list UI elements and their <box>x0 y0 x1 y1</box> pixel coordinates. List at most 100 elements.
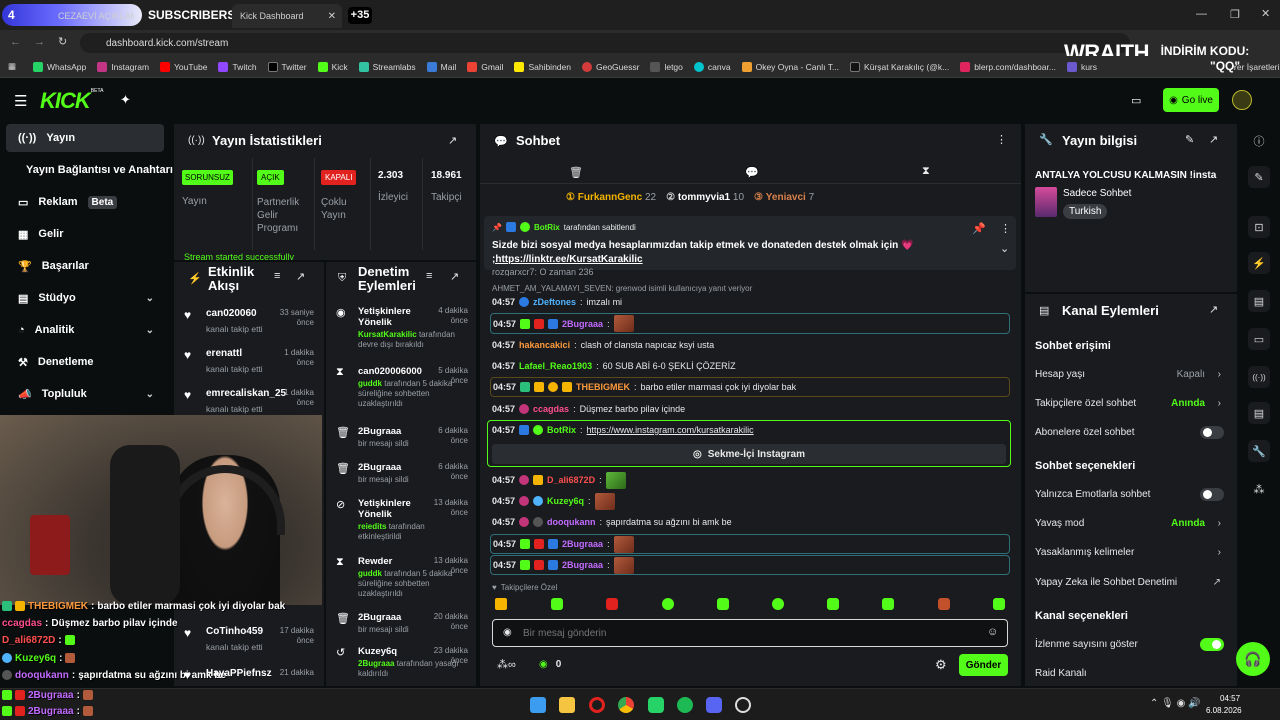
edit-icon[interactable]: ✎ <box>1185 133 1194 146</box>
activity-item[interactable]: ♥ can020060 33 saniye önce kanalı takip ett… <box>182 308 318 344</box>
close-tab-icon[interactable]: ✕ <box>328 11 336 22</box>
bookmark-whatsapp[interactable]: WhatsApp <box>33 61 86 72</box>
chat-icon[interactable]: ▭ <box>1248 328 1270 350</box>
chat-input-box[interactable]: ◉ ☺ <box>492 619 1008 647</box>
forward-icon[interactable]: → <box>34 36 45 48</box>
bookmark-letgo[interactable]: letgo <box>650 61 683 72</box>
bookmark-canva[interactable]: canva <box>693 61 731 72</box>
taskbar-date[interactable]: 6.08.2026 <box>1206 706 1242 715</box>
emote[interactable] <box>551 598 563 610</box>
broadcast-icon[interactable]: ((·)) <box>1248 366 1270 388</box>
edit-icon[interactable]: ✎ <box>1248 166 1270 188</box>
pin-icon[interactable]: ✦ <box>120 92 131 108</box>
emote[interactable] <box>662 598 674 610</box>
show-viewcount-toggle[interactable] <box>1200 638 1224 651</box>
subscribers-only-setting[interactable]: Abonelere özel sohbet <box>1035 423 1225 441</box>
bookmark-tiktok[interactable]: Kürşat Karakılıç (@k... <box>850 61 949 72</box>
sidebar-item-studyo[interactable]: ▤ Stüdyo ⌄ <box>6 284 164 312</box>
banned-words-setting[interactable]: Yasaklanmış kelimeler › <box>1035 543 1225 561</box>
chat-message[interactable]: 04:57 2Bugraaa: <box>490 555 1010 575</box>
emote[interactable] <box>993 598 1005 610</box>
settings-gear-icon[interactable]: ⚙ <box>935 657 947 673</box>
chevron-down-icon[interactable]: ⌄ <box>1000 242 1009 255</box>
obs-icon[interactable] <box>735 697 751 713</box>
chat-message[interactable]: 04:57 hakancakici: clash of clansta napı… <box>490 335 1010 355</box>
pinned-menu-icon[interactable]: ⋮ <box>1000 222 1011 235</box>
bookmark-youtube[interactable]: YouTube <box>160 61 207 72</box>
raid-channel-setting[interactable]: Raid Kanalı <box>1035 664 1225 682</box>
emote[interactable] <box>772 598 784 610</box>
wrench-icon[interactable]: 🔧 <box>1248 440 1270 462</box>
popout-icon[interactable]: ↗ <box>1209 303 1218 316</box>
bookmark-mail[interactable]: Mail <box>426 61 456 72</box>
chat-message[interactable]: 04:57 dooqukann: şapırdatma su ağzını bi… <box>490 512 1010 532</box>
document-icon[interactable]: ▤ <box>1248 290 1270 312</box>
chat-message[interactable]: 04:57 2Bugraaa: <box>490 534 1010 554</box>
actions-icon[interactable]: ▤ <box>1248 402 1270 424</box>
pinned-link[interactable]: ;https://linktr.ee/KursatKarakilic <box>492 254 643 265</box>
unpin-icon[interactable]: 📌 <box>972 222 986 235</box>
popout-icon[interactable]: ↗ <box>1209 133 1218 146</box>
chat-bubble-icon[interactable]: 💬 <box>745 166 759 179</box>
chat-message[interactable]: 04:57 D_ali6872D: <box>490 470 1010 490</box>
activity-item[interactable]: ♥ emrecaliskan_25 1 dakika önce kanalı taki… <box>182 388 318 424</box>
botrix-message[interactable]: 04:57 BotRix: https://www.instagram.com/… <box>487 420 1011 467</box>
opera-icon[interactable] <box>589 697 605 713</box>
emote[interactable] <box>938 598 950 610</box>
hourglass-icon[interactable]: ⧗ <box>922 165 930 178</box>
sidebar-item-denetleme[interactable]: ⚒ Denetleme <box>6 348 164 376</box>
chrome-icon[interactable] <box>618 697 634 713</box>
chat-menu-icon[interactable]: ⋮ <box>996 133 1007 146</box>
lightning-icon[interactable]: ⚡ <box>1248 252 1270 274</box>
emote[interactable] <box>717 598 729 610</box>
sidebar-item-reklam[interactable]: ▭ Reklam Beta <box>6 188 164 216</box>
spotify-icon[interactable] <box>677 697 693 713</box>
chat-message[interactable]: 04:57 Lafael_Reao1903: 60 SUB ABİ 6-0 ŞE… <box>490 356 1010 376</box>
file-explorer-icon[interactable] <box>559 697 575 713</box>
activity-item[interactable]: ♥ CoTinho459 17 dakika önce kanalı takip et… <box>182 626 318 662</box>
close-window-icon[interactable]: ✕ <box>1261 7 1270 20</box>
sidebar-item-stream-key[interactable]: Yayın Bağlantısı ve Anahtarı <box>6 156 173 184</box>
trash-icon[interactable]: 🗑 <box>569 166 583 179</box>
minimize-window-icon[interactable]: — <box>1196 8 1207 20</box>
instagram-button[interactable]: ◎ Sekme-İçi Instagram <box>492 444 1006 464</box>
points-counter[interactable]: ◉ 0 <box>539 659 561 670</box>
emoji-icon[interactable]: ☺ <box>987 626 998 638</box>
browser-tab-kick-dashboard[interactable]: Kick Dashboard ✕ <box>232 4 342 28</box>
bookmark-kick[interactable]: Kick <box>317 61 348 72</box>
kick-logo[interactable]: KICK BETA <box>40 88 103 114</box>
discord-icon[interactable] <box>706 697 722 713</box>
sidebar-item-gelir[interactable]: ▦ Gelir <box>6 220 164 248</box>
popout-icon[interactable]: ↗ <box>296 270 305 283</box>
chat-message[interactable]: 04:57 Kuzey6q: <box>490 491 1010 511</box>
show-viewcount-setting[interactable]: İzlenme sayısını göster <box>1035 635 1225 653</box>
bookmark-kurs[interactable]: kurs <box>1066 61 1097 72</box>
chat-users-icon[interactable]: ⁂∞ <box>497 658 516 671</box>
popout-icon[interactable]: ↗ <box>450 270 459 283</box>
filter-icon[interactable]: ≡ <box>274 270 280 282</box>
popout-icon[interactable]: ↗ <box>448 134 457 147</box>
apps-grid-icon[interactable]: ▦ <box>8 61 16 72</box>
users-icon[interactable]: ⁂ <box>1248 478 1270 500</box>
chat-message[interactable]: 04:57 ccagdas: Düşmez barbo pilav içinde <box>490 399 1010 419</box>
reload-icon[interactable]: ↻ <box>58 35 67 48</box>
emote[interactable] <box>606 598 618 610</box>
bookmark-blerp[interactable]: blerp.com/dashboar... <box>960 61 1056 72</box>
emote[interactable] <box>827 598 839 610</box>
whatsapp-icon[interactable] <box>648 697 664 713</box>
sidebar-item-topluluk[interactable]: 📣 Topluluk ⌄ <box>6 380 164 408</box>
support-button[interactable]: 🎧 <box>1236 642 1270 676</box>
back-icon[interactable]: ← <box>10 36 21 48</box>
bookmark-gmail[interactable]: Gmail <box>467 61 503 72</box>
sidebar-item-yayin[interactable]: ((·)) Yayın <box>6 124 164 152</box>
emote-sh[interactable] <box>495 598 507 610</box>
language-tag[interactable]: Turkish <box>1063 204 1108 219</box>
system-tray-icons[interactable]: ⌃ 🎙 ◉ 🔊 <box>1150 698 1201 709</box>
bookmark-instagram[interactable]: Instagram <box>97 61 149 72</box>
sidebar-item-basarilar[interactable]: 🏆 Başarılar <box>6 252 164 280</box>
chat-message[interactable]: 04:57 2Bugraaa: <box>490 313 1010 334</box>
activity-item[interactable]: ♥ erenattl 1 dakika önce kanalı takip etti <box>182 348 318 384</box>
bookmark-streamlabs[interactable]: Streamlabs <box>358 61 416 72</box>
info-icon[interactable]: ⓘ <box>1248 130 1270 152</box>
emote[interactable] <box>882 598 894 610</box>
